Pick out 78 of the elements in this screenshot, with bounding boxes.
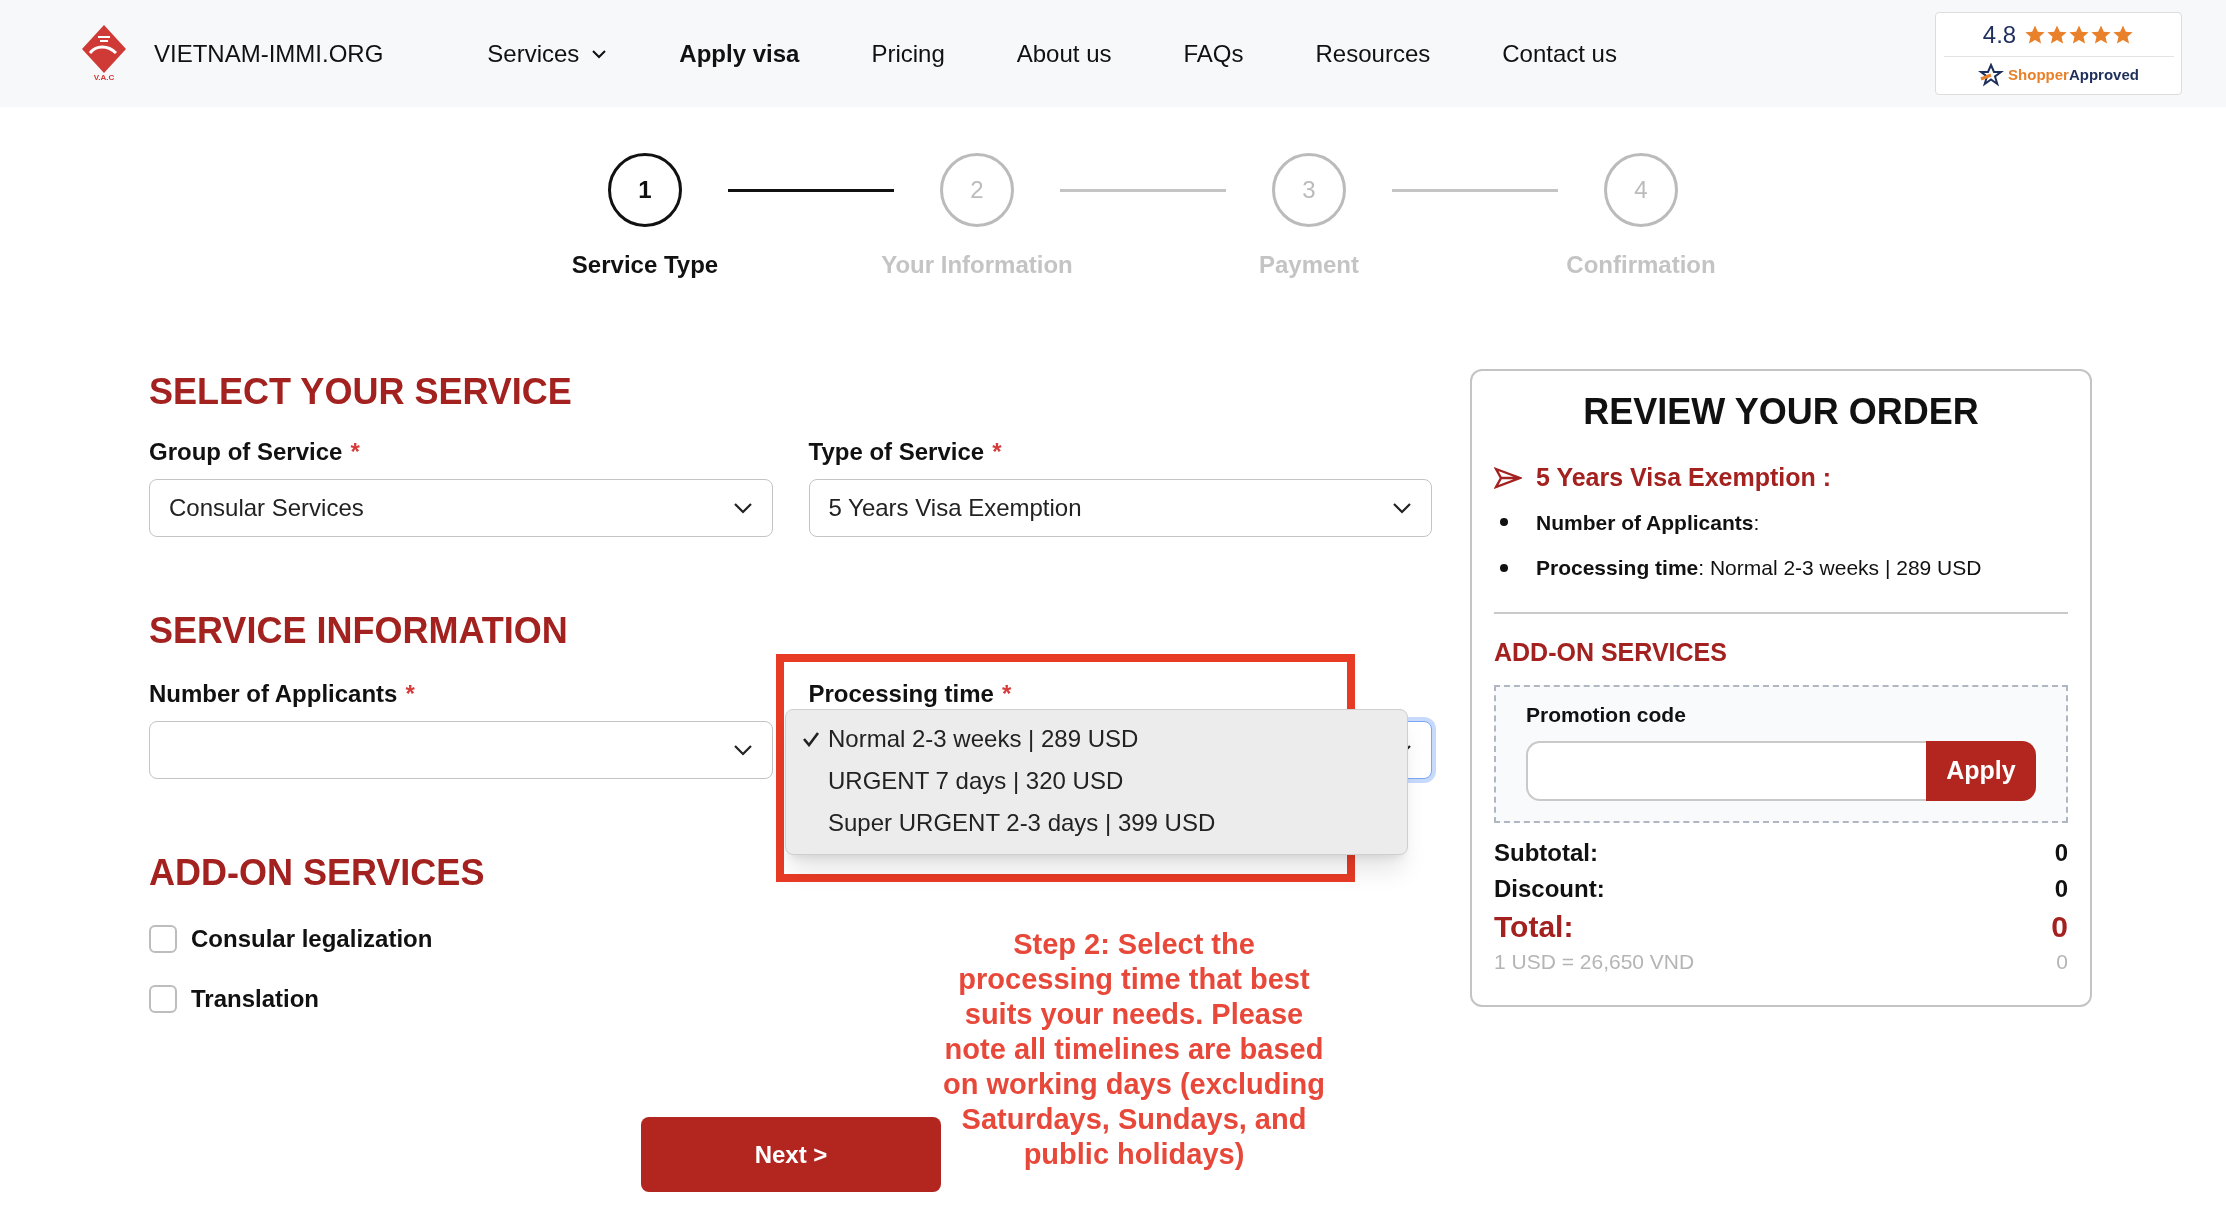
option-label: Super URGENT 2-3 days | 399 USD (828, 808, 1216, 838)
next-button[interactable]: Next > (641, 1117, 941, 1192)
chevron-down-icon (732, 502, 753, 514)
total-label: Subtotal: (1494, 837, 1598, 868)
star-icon (2046, 23, 2069, 46)
nav-link[interactable]: Pricing (871, 35, 945, 72)
apply-button[interactable]: Apply (1926, 740, 2036, 801)
section-heading: ADD-ON SERVICES (149, 853, 486, 893)
site-brand[interactable]: VIETNAM-IMMI.ORG (154, 35, 384, 72)
total-label: Discount: (1494, 873, 1605, 904)
step-number: 2 (970, 175, 984, 205)
star-icon (2090, 23, 2113, 46)
field-label: Type of Service (808, 437, 985, 467)
chevron-down-icon (732, 744, 753, 756)
panel-title: REVIEW YOUR ORDER (1582, 390, 1980, 434)
total-value: 0 (2051, 908, 2068, 945)
checkbox-label: Translation (191, 984, 320, 1014)
diamond-logo-icon (80, 23, 128, 75)
order-detail: Processing time: Normal 2-3 weeks | 289 USD (1536, 555, 1982, 581)
step-label: Confirmation (1566, 250, 1716, 280)
step-number: 1 (638, 175, 652, 205)
brand-name-first: Shopper (2008, 64, 2069, 85)
section-heading: SELECT YOUR SERVICE (149, 372, 573, 412)
brand-name-second: Approved (2068, 64, 2139, 85)
dropdown-option[interactable]: Super URGENT 2-3 days | 399 USD (786, 802, 1407, 844)
required-mark: * (992, 437, 1002, 467)
chevron-down-icon (1392, 502, 1412, 514)
send-arrow-icon (1494, 466, 1522, 489)
annotation-text: Step 2: Select the processing time that best suits your needs. Please note all timelines are based on working days (excluding Saturdays, Sundays, and public holidays) (942, 927, 1326, 1172)
nav-link[interactable]: Contact us (1502, 35, 1617, 72)
rating-badge[interactable]: 4.8 ShopperApproved (1935, 12, 2182, 95)
promo-label: Promotion code (1526, 702, 1687, 728)
checkbox[interactable] (149, 985, 177, 1013)
logo-caption: V.A.C (93, 72, 115, 84)
field-label: Group of Service (149, 437, 343, 467)
nav-link[interactable]: FAQs (1183, 35, 1244, 72)
total-label: 1 USD = 26,650 VND (1494, 948, 1695, 975)
star-icon (2112, 23, 2135, 46)
promo-code-field[interactable] (1526, 740, 1926, 801)
rating-score: 4.8 (1982, 19, 2017, 50)
select-field[interactable]: 5 Years Visa Exemption (808, 479, 1432, 537)
field-label: Processing time (808, 679, 994, 709)
step-label: Your Information (881, 250, 1073, 280)
select-field[interactable] (149, 721, 773, 779)
order-detail: Number of Applicants: (1536, 509, 1760, 536)
step-label: Payment (1258, 250, 1359, 280)
dropdown-option[interactable]: Normal 2-3 weeks | 289 USD (786, 718, 1407, 760)
required-mark: * (405, 679, 415, 709)
select-field[interactable]: Consular Services (149, 479, 773, 537)
total-value: 0 (2054, 837, 2068, 868)
select-value: 5 Years Visa Exemption (828, 493, 1082, 523)
total-value: 0 (2054, 873, 2068, 904)
option-label: URGENT 7 days | 320 USD (828, 766, 1124, 796)
checkbox-label: Consular legalization (191, 924, 433, 954)
addons-heading: ADD-ON SERVICES (1494, 636, 1728, 668)
select-value: Consular Services (169, 493, 364, 523)
nav-link[interactable]: Services (487, 35, 608, 72)
total-value: 0 (2056, 948, 2068, 975)
star-icon (2068, 23, 2091, 46)
dropdown-option[interactable]: URGENT 7 days | 320 USD (786, 760, 1407, 802)
star-logo-icon (1978, 63, 2005, 87)
step-label: Service Type (571, 250, 719, 280)
nav-link[interactable]: About us (1016, 35, 1112, 72)
step-number: 3 (1302, 175, 1316, 205)
nav-link[interactable]: Resources (1315, 35, 1431, 72)
nav-link[interactable]: Apply visa (679, 35, 800, 72)
required-mark: * (1001, 679, 1012, 709)
field-label: Number of Applicants (149, 679, 398, 709)
star-icon (2024, 23, 2047, 46)
bullet-icon (1500, 563, 1508, 572)
total-label: Total: (1494, 908, 1574, 945)
required-mark: * (350, 437, 360, 467)
bullet-icon (1500, 518, 1508, 527)
option-label: Normal 2-3 weeks | 289 USD (828, 724, 1139, 754)
service-name: 5 Years Visa Exemption : (1536, 462, 1832, 493)
section-heading: SERVICE INFORMATION (149, 611, 569, 651)
step-number: 4 (1634, 175, 1648, 205)
checkbox[interactable] (149, 925, 177, 953)
